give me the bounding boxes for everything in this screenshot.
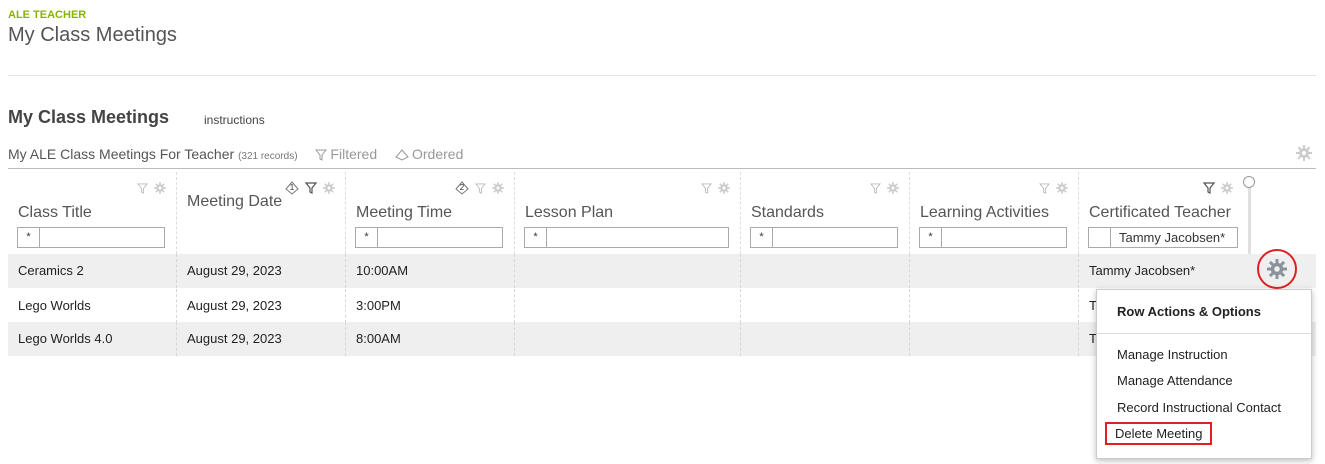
filter-icon[interactable] xyxy=(1203,182,1215,194)
column-lesson-plan: Lesson Plan * xyxy=(514,172,740,254)
learning-activities-filter[interactable]: * xyxy=(919,227,1067,248)
column-meeting-time: 2 Meeting Time * xyxy=(345,172,514,254)
cell-learning-activities xyxy=(909,322,1078,356)
filter-value[interactable] xyxy=(773,228,897,247)
filter-icon[interactable] xyxy=(305,182,317,194)
menu-item-manage-attendance[interactable]: Manage Attendance xyxy=(1117,373,1233,388)
gear-icon[interactable] xyxy=(887,182,899,194)
cell-standards xyxy=(740,322,909,356)
filter-icon[interactable] xyxy=(870,182,881,194)
filter-operator[interactable]: * xyxy=(356,228,378,247)
menu-item-record-instructional-contact[interactable]: Record Instructional Contact xyxy=(1117,400,1281,415)
column-resize-bar[interactable] xyxy=(1248,184,1251,254)
cell-class-title[interactable]: Lego Worlds xyxy=(8,289,176,323)
filter-operator[interactable]: * xyxy=(18,228,40,247)
sort-order-icon[interactable]: 2 xyxy=(455,181,469,195)
ordered-toggle[interactable]: Ordered xyxy=(395,146,463,162)
filter-value[interactable] xyxy=(378,228,502,247)
table-row[interactable]: Ceramics 2 August 29, 2023 10:00AM Tammy… xyxy=(8,254,1316,288)
column-label[interactable]: Learning Activities xyxy=(920,204,1049,222)
section-title: My Class Meetings xyxy=(8,107,170,127)
cell-class-title[interactable]: Lego Worlds 4.0 xyxy=(8,322,176,356)
column-label[interactable]: Meeting Time xyxy=(356,204,452,222)
column-standards: Standards * xyxy=(740,172,909,254)
cell-meeting-time: 8:00AM xyxy=(345,322,514,356)
app-kicker: ALE TEACHER xyxy=(8,9,87,21)
cell-meeting-time: 10:00AM xyxy=(345,254,514,288)
gear-icon[interactable] xyxy=(492,182,504,194)
cell-meeting-date: August 29, 2023 xyxy=(176,322,345,356)
column-class-title: Class Title * xyxy=(8,172,176,254)
row-actions-menu: Row Actions & Options Manage Instruction… xyxy=(1096,289,1312,459)
lesson-plan-filter[interactable]: * xyxy=(524,227,729,248)
gear-icon[interactable] xyxy=(323,182,335,194)
column-label[interactable]: Meeting Date xyxy=(187,193,282,211)
cell-standards xyxy=(740,254,909,288)
column-label[interactable]: Certificated Teacher xyxy=(1089,204,1231,222)
column-label[interactable]: Class Title xyxy=(18,204,92,222)
menu-item-delete-meeting[interactable]: Delete Meeting xyxy=(1105,422,1213,445)
filter-icon[interactable] xyxy=(137,182,148,194)
cell-meeting-date: August 29, 2023 xyxy=(176,289,345,323)
cell-lesson-plan xyxy=(514,254,740,288)
certificated-teacher-filter[interactable]: Tammy Jacobsen* xyxy=(1088,227,1238,248)
filter-icon[interactable] xyxy=(475,182,486,194)
filter-value[interactable]: Tammy Jacobsen* xyxy=(1111,228,1237,247)
cell-meeting-time: 3:00PM xyxy=(345,289,514,323)
filter-value[interactable] xyxy=(547,228,728,247)
filter-icon xyxy=(315,149,328,161)
column-label[interactable]: Lesson Plan xyxy=(525,204,613,222)
sort-order-icon[interactable]: 1 xyxy=(285,181,299,195)
class-title-filter[interactable]: * xyxy=(17,227,165,248)
menu-title: Row Actions & Options xyxy=(1097,290,1311,334)
cell-learning-activities xyxy=(909,289,1078,323)
cell-learning-activities xyxy=(909,254,1078,288)
standards-filter[interactable]: * xyxy=(750,227,898,248)
column-learning-activities: Learning Activities * xyxy=(909,172,1078,254)
cell-standards xyxy=(740,289,909,323)
row-actions-gear-icon[interactable] xyxy=(1267,259,1287,279)
ordered-icon xyxy=(395,149,409,161)
filtered-toggle[interactable]: Filtered xyxy=(315,146,377,162)
meeting-time-filter[interactable]: * xyxy=(355,227,503,248)
cell-class-title[interactable]: Ceramics 2 xyxy=(8,254,176,288)
top-divider xyxy=(8,75,1316,76)
gear-icon[interactable] xyxy=(718,182,730,194)
cell-lesson-plan xyxy=(514,289,740,323)
filtered-label: Filtered xyxy=(330,146,378,162)
row-actions-highlight xyxy=(1257,249,1297,289)
filter-value[interactable] xyxy=(40,228,164,247)
filter-operator[interactable]: * xyxy=(525,228,547,247)
gear-icon[interactable] xyxy=(1056,182,1068,194)
instructions-link[interactable]: instructions xyxy=(204,113,265,127)
cell-lesson-plan xyxy=(514,322,740,356)
filter-icon[interactable] xyxy=(1039,182,1050,194)
gear-icon[interactable] xyxy=(1221,182,1233,194)
column-resize-handle[interactable] xyxy=(1243,176,1255,188)
filter-operator[interactable] xyxy=(1089,228,1111,247)
column-label[interactable]: Standards xyxy=(751,204,824,222)
column-meeting-date: 1 Meeting Date xyxy=(176,172,345,254)
list-gear-icon[interactable] xyxy=(1296,145,1312,166)
list-bar: My ALE Class Meetings For Teacher (321 r… xyxy=(8,146,463,162)
menu-item-manage-instruction[interactable]: Manage Instruction xyxy=(1117,347,1228,362)
list-divider xyxy=(8,168,1316,169)
filter-icon[interactable] xyxy=(701,182,712,194)
filter-operator[interactable]: * xyxy=(751,228,773,247)
column-certificated-teacher: Certificated Teacher Tammy Jacobsen* xyxy=(1078,172,1243,254)
record-count: (321 records) xyxy=(238,151,298,162)
filter-value[interactable] xyxy=(942,228,1066,247)
gear-icon[interactable] xyxy=(154,182,166,194)
ordered-label: Ordered xyxy=(412,146,464,162)
cell-meeting-date: August 29, 2023 xyxy=(176,254,345,288)
filter-operator[interactable]: * xyxy=(920,228,942,247)
cell-certificated-teacher: Tammy Jacobsen* xyxy=(1078,254,1248,288)
list-name: My ALE Class Meetings For Teacher xyxy=(8,146,235,162)
page-title: My Class Meetings xyxy=(8,24,177,46)
